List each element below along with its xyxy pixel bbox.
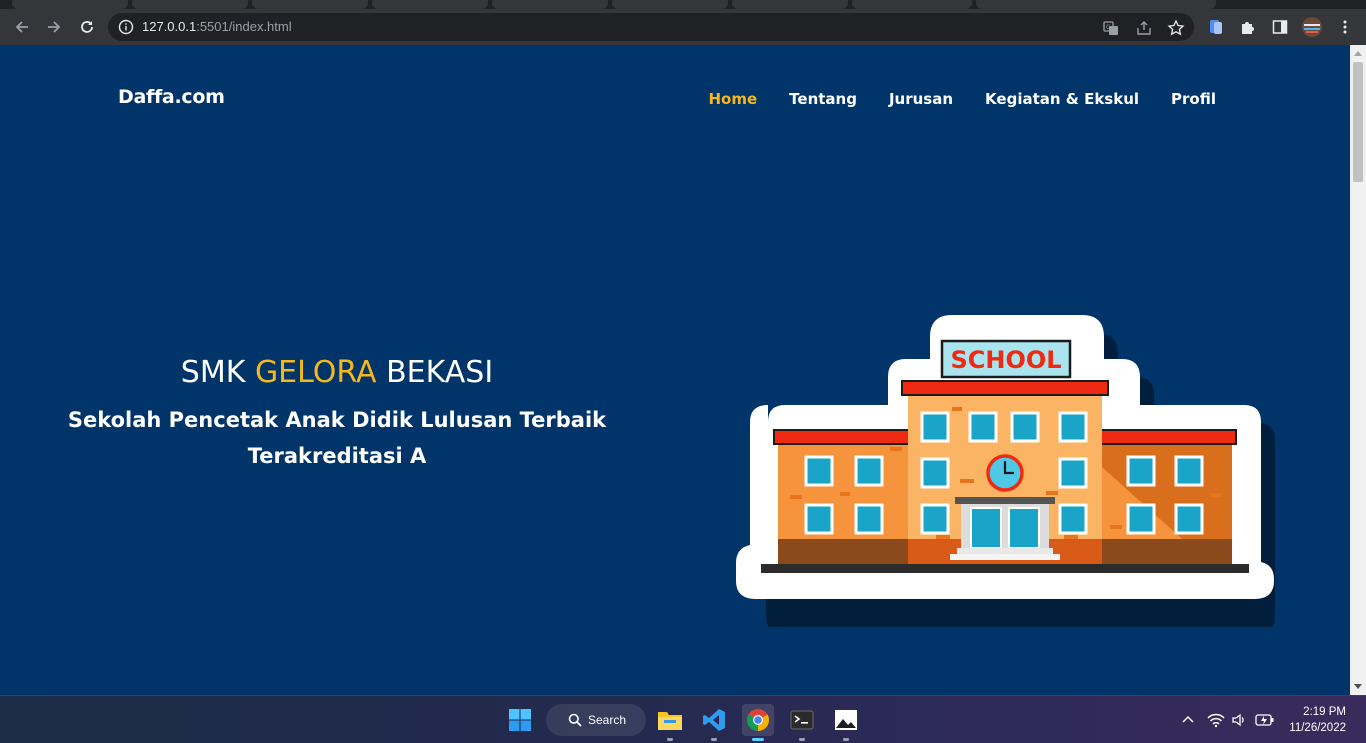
school-sign-text: SCHOOL xyxy=(950,346,1061,374)
windows-icon xyxy=(509,709,531,731)
system-clock[interactable]: 2:19 PM 11/26/2022 xyxy=(1289,704,1346,736)
browser-tab[interactable] xyxy=(252,0,368,9)
search-label: Search xyxy=(588,713,627,727)
terminal-icon xyxy=(790,710,814,730)
reload-button[interactable] xyxy=(75,15,99,39)
hero-subtitle: Sekolah Pencetak Anak Didik Lulusan Terb… xyxy=(60,402,614,474)
taskbar: Search 2:19 PM 11/26/2022 xyxy=(0,695,1366,743)
school-illustration: SCHOOL xyxy=(736,315,1275,627)
url-host: 127.0.0.1 xyxy=(142,19,197,34)
browser-tab[interactable] xyxy=(372,0,488,9)
chrome-icon xyxy=(747,709,769,731)
running-indicator xyxy=(799,738,805,741)
photos-icon xyxy=(835,710,857,730)
hero-subtitle-line1: Sekolah Pencetak Anak Didik Lulusan Terb… xyxy=(67,408,607,432)
url-path: :5501/index.html xyxy=(196,19,292,34)
running-indicator xyxy=(711,738,717,741)
nav-link-profil[interactable]: Profil xyxy=(1171,90,1216,108)
arrow-left-icon xyxy=(15,21,28,33)
running-indicator xyxy=(667,738,673,741)
star-icon[interactable] xyxy=(1167,19,1185,37)
start-button[interactable] xyxy=(504,704,536,736)
browser-tab[interactable] xyxy=(132,0,248,9)
nav-link-kegiatan[interactable]: Kegiatan & Ekskul xyxy=(985,90,1139,108)
browser-tab-active[interactable] xyxy=(976,0,1216,9)
brand-logo[interactable]: Daffa.com xyxy=(118,86,225,108)
forward-button[interactable] xyxy=(42,15,66,39)
clock-date: 11/26/2022 xyxy=(1289,722,1346,734)
terminal-button[interactable] xyxy=(786,704,818,741)
browser-toolbar: 127.0.0.1:5501/index.html G xyxy=(0,9,1366,45)
taskbar-search[interactable]: Search xyxy=(546,704,646,736)
browser-tab[interactable] xyxy=(492,0,608,9)
browser-tab[interactable] xyxy=(852,0,972,9)
nav-link-home[interactable]: Home xyxy=(708,90,757,108)
web-page: Daffa.com Home Tentang Jurusan Kegiatan … xyxy=(0,45,1350,695)
side-panel-icon[interactable] xyxy=(1271,18,1289,36)
info-icon[interactable] xyxy=(118,19,134,35)
main-nav: Home Tentang Jurusan Kegiatan & Ekskul P… xyxy=(708,90,1216,108)
search-icon xyxy=(568,713,582,727)
clock-time: 2:19 PM xyxy=(1303,706,1346,718)
scroll-up-arrow[interactable] xyxy=(1354,51,1362,56)
hero-subtitle-line2: Terakreditasi A xyxy=(247,444,427,468)
page-scrollbar[interactable] xyxy=(1350,45,1366,695)
browser-tab[interactable] xyxy=(12,0,128,9)
reload-icon xyxy=(81,21,93,33)
chrome-button[interactable] xyxy=(742,704,774,741)
chevron-up-icon[interactable] xyxy=(1181,713,1195,727)
address-bar[interactable]: 127.0.0.1:5501/index.html G xyxy=(108,13,1194,41)
hero-title-accent: GELORA xyxy=(254,355,377,390)
profile-avatar[interactable] xyxy=(1301,16,1323,38)
scroll-down-arrow[interactable] xyxy=(1354,684,1362,689)
nav-link-tentang[interactable]: Tentang xyxy=(789,90,857,108)
hero-title: SMK GELORA BEKASI xyxy=(60,355,614,390)
running-indicator xyxy=(843,738,849,741)
url-text[interactable]: 127.0.0.1:5501/index.html xyxy=(142,19,292,34)
battery-icon[interactable] xyxy=(1255,713,1275,727)
hero-title-prefix: SMK xyxy=(180,355,255,390)
puzzle-icon[interactable] xyxy=(1239,18,1257,36)
translate-icon[interactable]: G xyxy=(1102,19,1120,37)
hero-text: SMK GELORA BEKASI Sekolah Pencetak Anak … xyxy=(60,355,614,474)
arrow-right-icon xyxy=(48,21,61,33)
vscode-icon xyxy=(703,709,725,731)
svg-text:G: G xyxy=(1106,24,1111,31)
volume-icon[interactable] xyxy=(1231,712,1247,728)
nav-link-jurusan[interactable]: Jurusan xyxy=(889,90,953,108)
photos-button[interactable] xyxy=(830,704,862,741)
tab-strip xyxy=(0,0,1366,9)
wifi-icon[interactable] xyxy=(1207,712,1225,728)
file-explorer-button[interactable] xyxy=(654,704,686,741)
menu-icon[interactable] xyxy=(1336,18,1354,36)
back-button[interactable] xyxy=(10,15,34,39)
extension-icon[interactable] xyxy=(1207,18,1225,36)
browser-tab[interactable] xyxy=(732,0,848,9)
share-icon[interactable] xyxy=(1135,19,1153,37)
hero-title-suffix: BEKASI xyxy=(376,355,494,390)
browser-tab[interactable] xyxy=(612,0,728,9)
active-indicator xyxy=(752,738,764,741)
folder-icon xyxy=(658,712,682,730)
vscode-button[interactable] xyxy=(698,704,730,741)
scroll-thumb[interactable] xyxy=(1353,62,1363,182)
